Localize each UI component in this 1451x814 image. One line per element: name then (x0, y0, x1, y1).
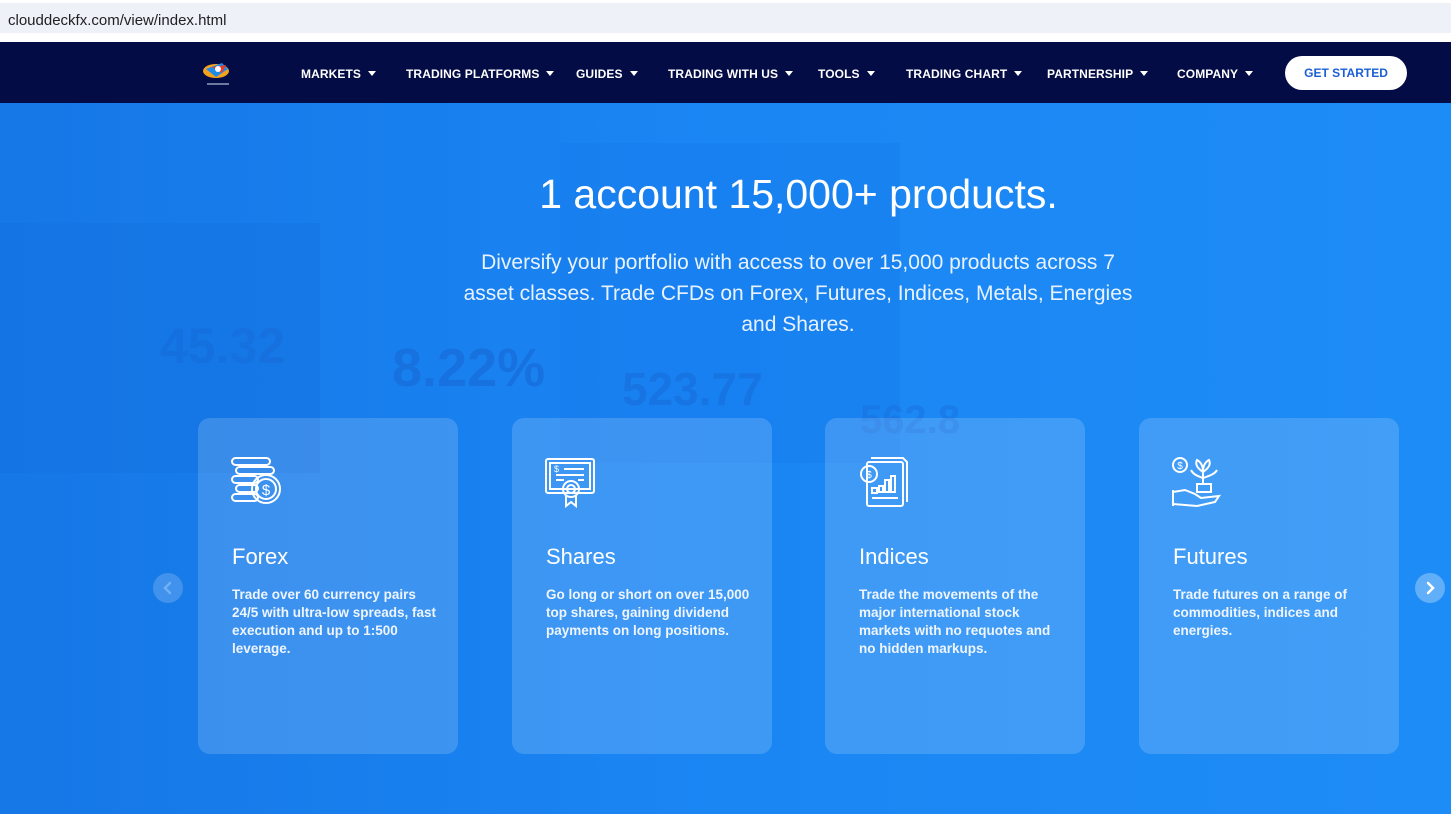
caret-down-icon (629, 71, 638, 76)
card-description: Trade the movements of the major interna… (859, 587, 1051, 656)
caret-down-icon (1245, 71, 1254, 76)
carousel-next-button[interactable] (1415, 573, 1445, 603)
nav-tools[interactable]: TOOLS (818, 67, 875, 81)
nav-label: TRADING WITH US (668, 67, 779, 81)
nav-trading-with-us[interactable]: TRADING WITH US (668, 67, 794, 81)
card-title: Shares (546, 544, 616, 569)
hand-plant-icon: $ (1172, 457, 1222, 508)
nav-label: GUIDES (576, 67, 623, 81)
hero-title: 1 account 15,000+ products. (539, 171, 1058, 217)
nav-label: TOOLS (818, 67, 860, 81)
brand-logo[interactable] (198, 57, 238, 89)
nav-label: COMPANY (1177, 67, 1239, 81)
get-started-button[interactable]: GET STARTED (1285, 56, 1407, 90)
url-text: clouddeckfx.com/view/index.html (8, 12, 227, 29)
bg-figure: 45.32 (160, 318, 285, 374)
product-card-futures[interactable]: $ Futures Trade futures on a range of co… (1139, 418, 1399, 754)
svg-text:$: $ (554, 464, 559, 474)
nav-company[interactable]: COMPANY (1177, 67, 1254, 81)
card-description: Trade futures on a range of commodities,… (1173, 587, 1348, 638)
chevron-left-icon (163, 581, 172, 595)
report-chart-icon: $ (860, 457, 908, 507)
nav-label: TRADING CHART (906, 67, 1008, 81)
nav-guides[interactable]: GUIDES (576, 67, 638, 81)
certificate-icon: $ (545, 458, 595, 509)
svg-text:$: $ (262, 482, 271, 499)
card-title: Indices (859, 544, 929, 569)
nav-trading-platforms[interactable]: TRADING PLATFORMS (406, 67, 555, 81)
caret-down-icon (785, 71, 794, 76)
chevron-right-icon (1426, 581, 1435, 595)
svg-text:$: $ (866, 470, 872, 481)
card-title: Forex (232, 544, 289, 569)
nav-trading-chart[interactable]: TRADING CHART (906, 67, 1023, 81)
nav-markets[interactable]: MARKETS (301, 67, 377, 81)
nav-label: PARTNERSHIP (1047, 67, 1134, 81)
caret-down-icon (546, 71, 555, 76)
nav-partnership[interactable]: PARTNERSHIP (1047, 67, 1149, 81)
card-title: Futures (1173, 544, 1248, 569)
bg-figure: 8.22% (392, 338, 545, 398)
nav-label: TRADING PLATFORMS (406, 67, 540, 81)
hero-subtitle: Diversify your portfolio with access to … (463, 251, 1133, 336)
nav-label: MARKETS (301, 67, 362, 81)
hero-section: 8.22% 523.77 562.8 45.32 1 account 15,00… (0, 103, 1451, 814)
url-field[interactable]: clouddeckfx.com/view/index.html (0, 3, 1451, 33)
product-card-shares[interactable]: $ Shares Go long or short on over 15,000… (512, 418, 772, 754)
caret-down-icon (866, 71, 875, 76)
coins-dollar-icon: $ (231, 457, 281, 504)
product-card-forex[interactable]: $ Forex Trade over 60 currency pairs 24/… (198, 418, 458, 754)
bg-figure: 523.77 (622, 363, 763, 415)
top-navbar: MARKETS TRADING PLATFORMS GUIDES TRADING… (0, 42, 1451, 103)
browser-address-bar: clouddeckfx.com/view/index.html (0, 0, 1451, 36)
caret-down-icon (368, 71, 377, 76)
product-card-indices[interactable]: $ Indices Trade the movements of the maj… (825, 418, 1085, 754)
card-description: Trade over 60 currency pairs 24/5 with u… (232, 587, 437, 656)
caret-down-icon (1140, 71, 1149, 76)
carousel-prev-button[interactable] (153, 573, 183, 603)
svg-text:$: $ (1177, 461, 1183, 472)
caret-down-icon (1014, 71, 1023, 76)
card-description: Go long or short on over 15,000 top shar… (546, 587, 750, 638)
